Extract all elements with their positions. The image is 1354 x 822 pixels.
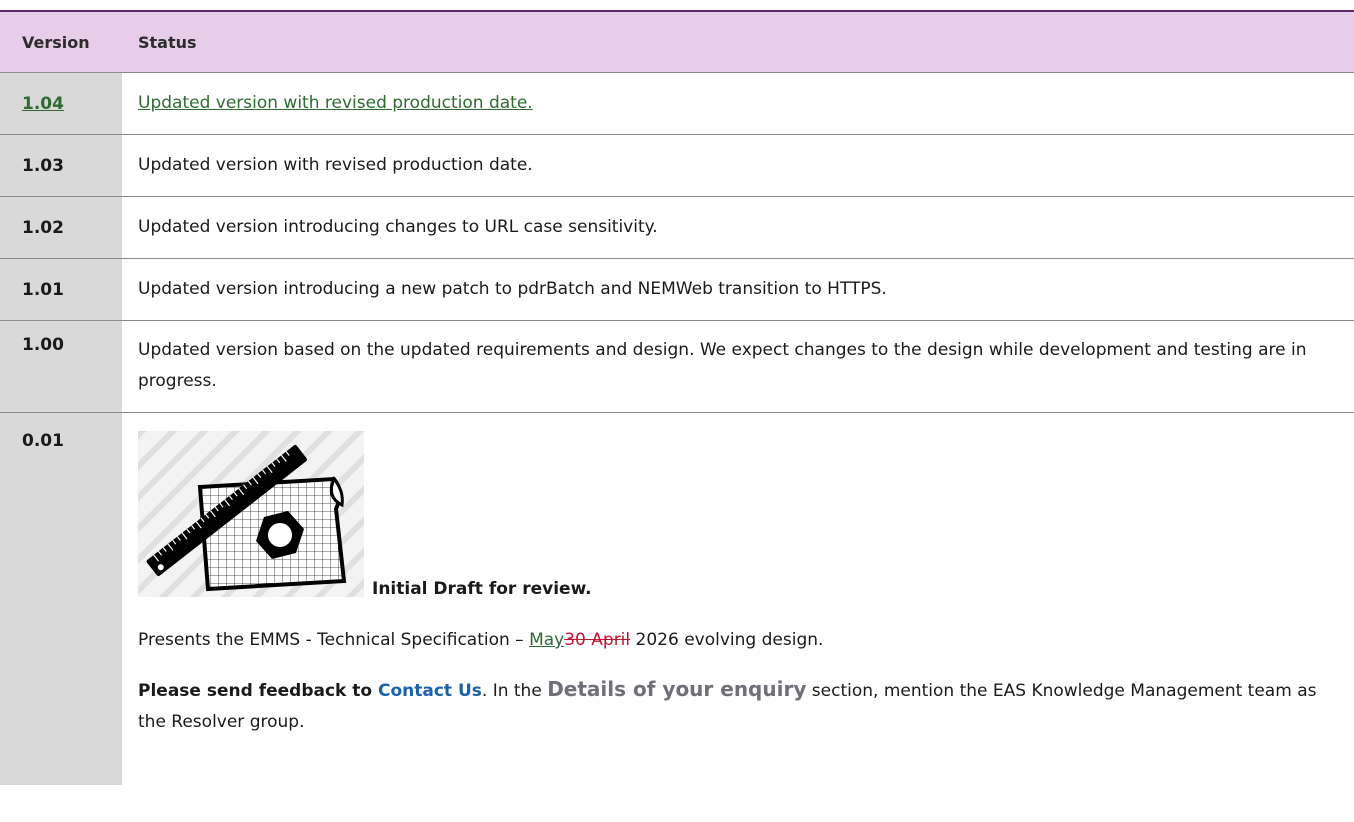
status-cell: Updated version based on the updated req… [138,340,1307,391]
status-cell: Initial Draft for review. Presents the E… [122,413,1354,785]
deleted-text: 30 April [564,630,631,650]
table-row-0-01: 0.01 Initial Draft for review. Presents … [0,412,1354,785]
feedback-paragraph: Please send feedback to Contact Us. In t… [138,674,1334,738]
status-link-1-04[interactable]: Updated version with revised production … [138,88,533,119]
status-cell: Updated version with revised production … [122,73,1354,134]
spec-description: Presents the EMMS - Technical Specificat… [138,625,1334,656]
table-row-1-00: 1.00 Updated version based on the update… [0,320,1354,412]
table-row-1-03: 1.03 Updated version with revised produc… [0,134,1354,196]
version-link-1-04[interactable]: 1.04 [22,94,64,114]
details-of-enquiry-label: Details of your enquiry [547,677,807,701]
draft-heading: Initial Draft for review. [138,431,1334,599]
contact-us-link[interactable]: Contact Us [378,681,482,701]
version-column-header: Version [22,32,90,52]
table-row-1-02: 1.02 Updated version introducing changes… [0,196,1354,258]
status-cell: Updated version introducing a new patch … [138,279,887,299]
draft-title: Initial Draft for review. [372,579,592,599]
status-column-header: Status [138,32,197,52]
version-cell: 1.00 [0,321,122,412]
inserted-text: May [529,630,565,650]
table-header-row: Version Status [0,10,1354,72]
status-cell: Updated version with revised production … [138,155,533,175]
feedback-prefix: Please send feedback to [138,681,378,701]
version-cell: 1.01 [0,259,122,320]
status-cell: Updated version introducing changes to U… [138,217,658,237]
version-history-table: Version Status 1.04 Updated version with… [0,10,1354,822]
spec-suffix: 2026 evolving design. [630,630,824,650]
table-row-1-04: 1.04 Updated version with revised produc… [0,72,1354,134]
version-cell: 1.02 [0,197,122,258]
feedback-mid: . In the [481,681,548,701]
version-cell: 0.01 [0,413,122,785]
version-cell: 1.03 [0,135,122,196]
table-row-1-01: 1.01 Updated version introducing a new p… [0,258,1354,320]
ruler-blueprint-nut-icon [138,431,364,597]
version-cell: 1.04 [0,73,122,134]
spec-prefix: Presents the EMMS - Technical Specificat… [138,630,530,650]
